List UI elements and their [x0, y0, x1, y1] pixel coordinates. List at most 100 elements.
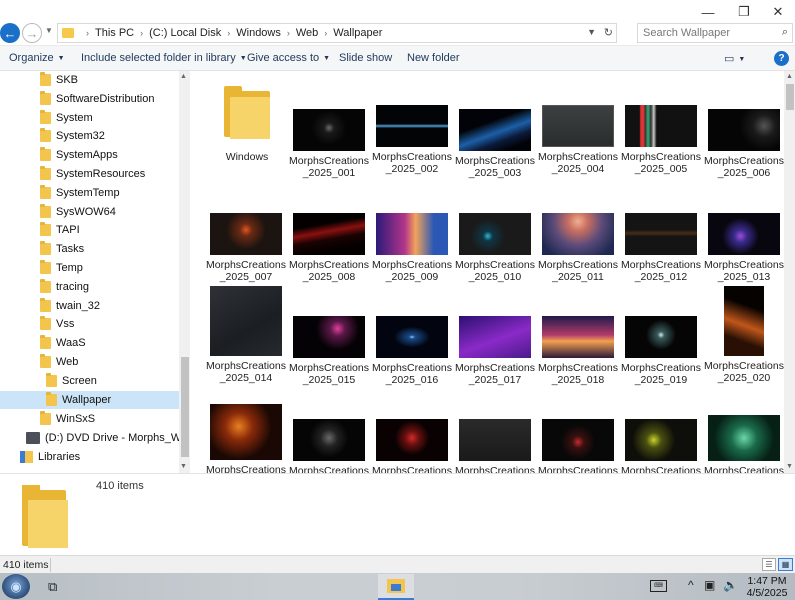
file-item[interactable]: MorphsCreations _2025_003 — [455, 109, 535, 179]
file-item[interactable]: MorphsCreations _2025_009 — [372, 213, 452, 283]
file-item[interactable]: MorphsCreations — [455, 419, 535, 473]
file-item[interactable]: MorphsCreations _2025_013 — [704, 213, 784, 283]
chevron-up-icon[interactable]: ▲ — [786, 73, 793, 80]
file-item[interactable]: MorphsCreations _2025_014 — [206, 286, 286, 384]
chevron-up-icon[interactable]: ^ — [688, 578, 694, 592]
chevron-right-icon[interactable]: › — [324, 28, 327, 38]
breadcrumb-this-pc[interactable]: This PC — [95, 27, 134, 39]
close-button[interactable]: ✕ — [760, 2, 795, 22]
tree-item-folder[interactable]: SKB — [40, 71, 78, 89]
folder-item-windows[interactable]: Windows — [207, 83, 287, 163]
keyboard-icon[interactable]: ⌨ — [650, 580, 667, 592]
tree-item-folder[interactable]: WaaS — [40, 334, 86, 352]
tree-item-folder[interactable]: System — [40, 109, 93, 127]
file-item[interactable]: MorphsCreations _2025_017 — [455, 316, 535, 386]
give-access-button[interactable]: Give access to ▼ — [247, 52, 330, 64]
details-view-icon[interactable]: ☰ — [762, 558, 776, 571]
tree-item-screen[interactable]: Screen — [46, 372, 97, 390]
task-view-icon[interactable]: ⧉ — [48, 579, 57, 595]
file-item[interactable]: MorphsCreations — [289, 419, 369, 473]
content-scrollbar-thumb[interactable] — [786, 84, 794, 110]
file-item[interactable]: MorphsCreations _2025_011 — [538, 213, 618, 283]
chevron-right-icon[interactable]: › — [227, 28, 230, 38]
file-item[interactable]: MorphsCreations _2025_019 — [621, 316, 701, 386]
help-button[interactable]: ? — [774, 51, 789, 66]
maximize-button[interactable]: ❐ — [726, 2, 762, 22]
tree-item-wallpaper[interactable]: Wallpaper — [0, 391, 179, 409]
recent-locations-chevron-icon[interactable]: ▼ — [45, 26, 53, 35]
slideshow-button[interactable]: Slide show — [339, 52, 392, 64]
file-item[interactable]: MorphsCreations _2025_002 — [372, 105, 452, 175]
tree-item-folder[interactable]: TAPI — [40, 221, 80, 239]
tree-item-label: (D:) DVD Drive - Morphs_Win10_I — [45, 432, 179, 444]
file-item[interactable]: MorphsCreations _2025_007 — [206, 213, 286, 283]
tree-item-folder[interactable]: WinSxS — [40, 410, 95, 428]
file-item[interactable]: MorphsCreations _2025_006 — [704, 109, 784, 179]
tree-item-folder[interactable]: Temp — [40, 259, 83, 277]
file-item[interactable]: MorphsCreations _2025_005 — [621, 105, 701, 175]
arrow-right-icon: → — [25, 25, 39, 41]
new-folder-button[interactable]: New folder — [407, 52, 460, 64]
file-item[interactable]: MorphsCreations — [621, 419, 701, 473]
nav-scrollbar-thumb[interactable] — [181, 357, 189, 457]
tree-item-folder[interactable]: Tasks — [40, 240, 84, 258]
file-item[interactable]: MorphsCreations _2025_004 — [538, 105, 618, 175]
item-label: MorphsCreations — [621, 465, 701, 473]
folder-icon — [40, 279, 51, 293]
breadcrumb-web[interactable]: Web — [296, 27, 318, 39]
tree-item-folder[interactable]: SystemTemp — [40, 184, 120, 202]
file-item[interactable]: MorphsCreations — [538, 419, 618, 473]
tree-item-folder[interactable]: SoftwareDistribution — [40, 90, 154, 108]
chevron-right-icon[interactable]: › — [287, 28, 290, 38]
clock[interactable]: 1:47 PM 4/5/2025 — [744, 575, 790, 599]
chevron-down-icon[interactable]: ▼ — [786, 463, 793, 470]
forward-button[interactable]: → — [22, 23, 42, 43]
file-item[interactable]: MorphsCreations — [372, 419, 452, 473]
large-icons-view-icon[interactable]: ▦ — [778, 558, 793, 571]
chevron-down-icon[interactable]: ▼ — [587, 27, 596, 37]
file-item[interactable]: MorphsCreations — [206, 404, 286, 473]
tree-item-web[interactable]: Web — [40, 353, 78, 371]
chevron-down-icon[interactable]: ▼ — [180, 463, 187, 470]
file-item[interactable]: MorphsCreations _2025_015 — [289, 316, 369, 386]
tree-item-folder[interactable]: tracing — [40, 278, 89, 296]
organize-button[interactable]: Organize ▼ — [9, 52, 65, 64]
breadcrumb-windows[interactable]: Windows — [236, 27, 281, 39]
tree-item-folder[interactable]: SystemResources — [40, 165, 145, 183]
folder-icon — [40, 298, 51, 312]
volume-muted-icon[interactable]: 🔈 — [723, 578, 738, 592]
taskbar-file-explorer[interactable] — [378, 574, 414, 600]
tree-item-folder[interactable]: Vss — [40, 315, 74, 333]
tree-item-folder[interactable]: System32 — [40, 127, 105, 145]
file-item[interactable]: MorphsCreations _2025_018 — [538, 316, 618, 386]
search-icon[interactable]: ⌕ — [782, 26, 788, 39]
tree-item-folder[interactable]: SystemApps — [40, 146, 118, 164]
file-item[interactable]: MorphsCreations _2025_008 — [289, 213, 369, 283]
file-item[interactable]: MorphsCreations _2025_010 — [455, 213, 535, 283]
refresh-icon[interactable]: ↻ — [604, 26, 613, 39]
content-scrollbar[interactable] — [784, 71, 795, 473]
back-button[interactable]: ← — [0, 23, 20, 43]
search-input[interactable]: Search Wallpaper ⌕ — [637, 23, 793, 43]
folder-icon — [40, 91, 51, 105]
change-view-button[interactable]: ▭ ▼ — [724, 52, 745, 65]
minimize-button[interactable]: — — [690, 2, 726, 22]
network-icon[interactable]: ▣ — [704, 578, 715, 592]
chevron-right-icon[interactable]: › — [140, 28, 143, 38]
start-button[interactable]: ◉ — [2, 574, 30, 599]
tree-item-folder[interactable]: twain_32 — [40, 297, 100, 315]
tree-item-libraries[interactable]: Libraries — [20, 448, 80, 466]
include-in-library-button[interactable]: Include selected folder in library ▼ — [81, 52, 247, 64]
file-item[interactable]: MorphsCreations _2025_001 — [289, 109, 369, 179]
breadcrumb-local-disk[interactable]: (C:) Local Disk — [149, 27, 221, 39]
tree-item-folder[interactable]: SysWOW64 — [40, 203, 116, 221]
file-item[interactable]: MorphsCreations _2025_012 — [621, 213, 701, 283]
file-item[interactable]: MorphsCreations _2025_020 — [704, 286, 784, 384]
file-item[interactable]: MorphsCreations _2025_016 — [372, 316, 452, 386]
chevron-up-icon[interactable]: ▲ — [180, 73, 187, 80]
tree-item-dvd-drive[interactable]: (D:) DVD Drive - Morphs_Win10_I — [26, 429, 179, 447]
address-bar[interactable]: › This PC › (C:) Local Disk › Windows › … — [57, 23, 617, 43]
file-item[interactable]: MorphsCreations — [704, 415, 784, 473]
chevron-right-icon[interactable]: › — [86, 28, 89, 38]
breadcrumb-wallpaper[interactable]: Wallpaper — [333, 27, 382, 39]
